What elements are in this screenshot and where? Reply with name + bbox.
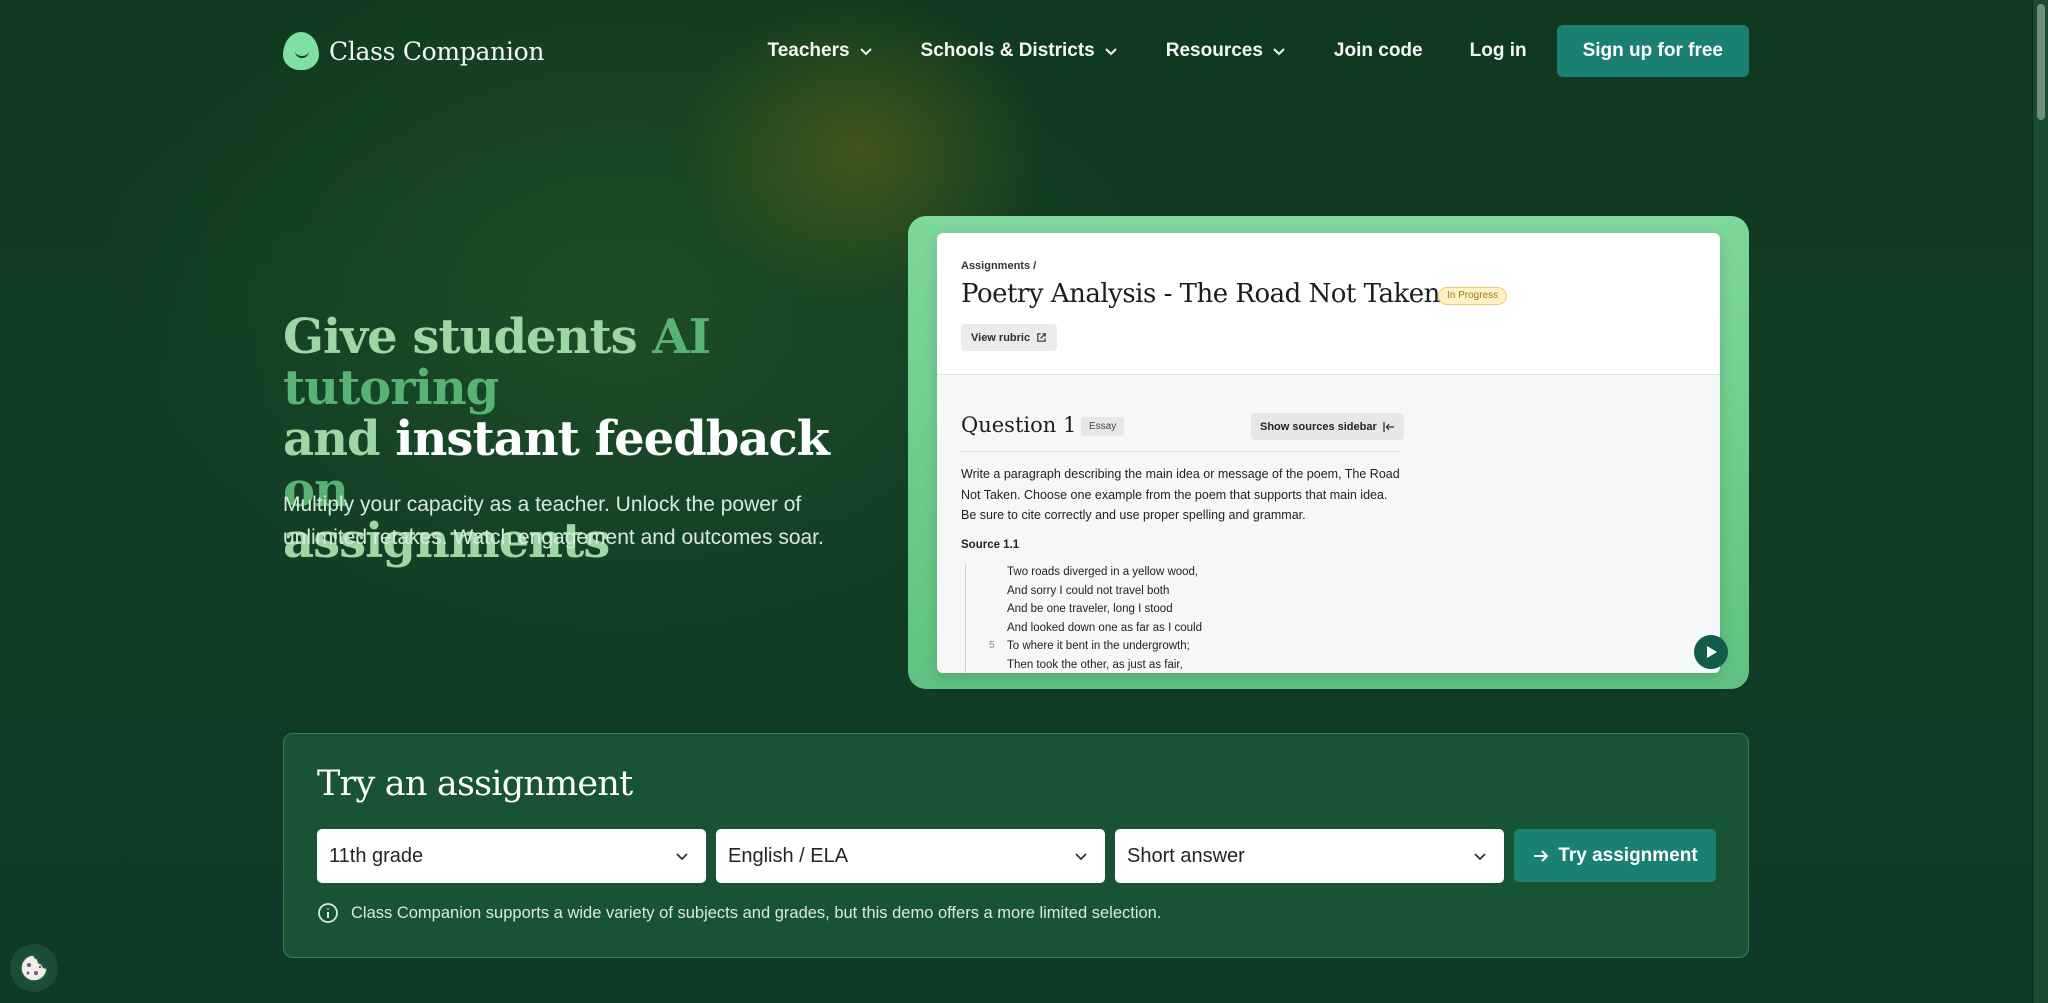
try-assignment-button[interactable]: Try assignment <box>1514 829 1716 882</box>
divider <box>961 451 1399 452</box>
poem-line: And looked down one as far as I could <box>1007 621 1202 634</box>
view-rubric-button[interactable]: View rubric <box>961 324 1058 351</box>
preview-screen: Assignments / Poetry Analysis - The Road… <box>937 233 1720 673</box>
source-label: Source 1.1 <box>961 539 1020 551</box>
product-preview: Assignments / Poetry Analysis - The Road… <box>908 216 1749 689</box>
sidebar-collapse-icon <box>1383 421 1394 432</box>
external-link-icon <box>1037 333 1046 342</box>
arrow-right-icon <box>1534 849 1549 862</box>
chevron-down-icon <box>676 853 688 861</box>
nav-item-label: Teachers <box>767 40 850 61</box>
cookie-settings-button[interactable] <box>12 946 56 990</box>
try-assignment-panel: Try an assignment 11th grade English / E… <box>283 733 1749 958</box>
poem-line: And sorry I could not travel both <box>1007 584 1170 597</box>
demo-note: Class Companion supports a wide variety … <box>317 902 1161 924</box>
grade-select-value: 11th grade <box>329 844 424 867</box>
hero-title-part: instant feedback <box>395 411 830 467</box>
hero-subtitle: Multiply your capacity as a teacher. Unl… <box>283 493 824 549</box>
sign-up-button[interactable]: Sign up for free <box>1556 25 1749 77</box>
show-sources-label: Show sources sidebar <box>1260 420 1377 433</box>
breadcrumb: Assignments / <box>961 260 1037 272</box>
poem-line: And be one traveler, long I stood <box>1007 603 1173 615</box>
question-type-select[interactable]: Short answer <box>1115 829 1504 883</box>
line-number: 5 <box>989 640 995 651</box>
chevron-down-icon <box>1273 48 1285 56</box>
assignment-title: Poetry Analysis - The Road Not Taken <box>961 279 1440 309</box>
show-sources-sidebar-button[interactable]: Show sources sidebar <box>1251 413 1404 440</box>
nav-item-label: Join code <box>1333 40 1423 61</box>
chevron-down-icon <box>1075 853 1087 861</box>
top-nav: Class Companion Teachers Schools & Distr… <box>283 24 1749 78</box>
chevron-down-icon <box>859 48 872 56</box>
question-title: Question 1 <box>961 413 1077 437</box>
subject-select[interactable]: English / ELA <box>716 829 1105 883</box>
chevron-down-icon <box>1105 48 1117 56</box>
scrollbar[interactable] <box>2032 0 2048 1003</box>
play-video-button[interactable] <box>1694 635 1728 669</box>
scrollbar-thumb[interactable] <box>2037 4 2045 120</box>
demo-note-text: Class Companion supports a wide variety … <box>351 903 1162 922</box>
hero-title-part: and <box>283 411 396 467</box>
hero-title-part: Give <box>283 309 413 365</box>
poem-line: Two roads diverged in a yellow wood, <box>1007 566 1199 578</box>
play-icon <box>1707 646 1717 658</box>
poem-line: To where it bent in the undergrowth; <box>1007 640 1190 652</box>
question-type-select-value: Short answer <box>1127 844 1245 867</box>
nav-item-label: Resources <box>1165 40 1263 61</box>
grade-select[interactable]: 11th grade <box>317 829 706 883</box>
brand-logo[interactable]: Class Companion <box>283 32 544 70</box>
cookie-icon <box>20 954 48 982</box>
brand-name: Class Companion <box>329 36 545 66</box>
try-assignment-title: Try an assignment <box>317 764 633 804</box>
nav-item-join-code[interactable]: Join code <box>1334 40 1423 62</box>
poem-rule <box>965 563 966 673</box>
question-type-badge: Essay <box>1081 417 1125 436</box>
logo-mark-icon <box>283 32 319 70</box>
nav-item-schools-districts[interactable]: Schools & Districts <box>921 40 1119 62</box>
nav-item-log-in[interactable]: Log in <box>1470 40 1527 62</box>
hero-title-part: students <box>412 309 653 365</box>
nav-item-label: Schools & Districts <box>920 40 1095 61</box>
try-assignment-label: Try assignment <box>1558 844 1698 866</box>
info-icon <box>318 903 338 923</box>
nav-item-teachers[interactable]: Teachers <box>768 40 874 62</box>
view-rubric-label: View rubric <box>971 331 1031 344</box>
chevron-down-icon <box>1474 853 1486 861</box>
status-badge: In Progress <box>1438 287 1508 305</box>
nav-menu: Teachers Schools & Districts Resources J… <box>768 24 1749 78</box>
nav-item-resources[interactable]: Resources <box>1166 40 1287 62</box>
poem-line: Then took the other, as just as fair, <box>1007 658 1183 671</box>
poem-text: Two roads diverged in a yellow wood, And… <box>1007 563 1202 673</box>
subject-select-value: English / ELA <box>728 844 849 867</box>
question-prompt: Write a paragraph describing the main id… <box>961 467 1400 522</box>
nav-item-label: Log in <box>1469 40 1527 61</box>
